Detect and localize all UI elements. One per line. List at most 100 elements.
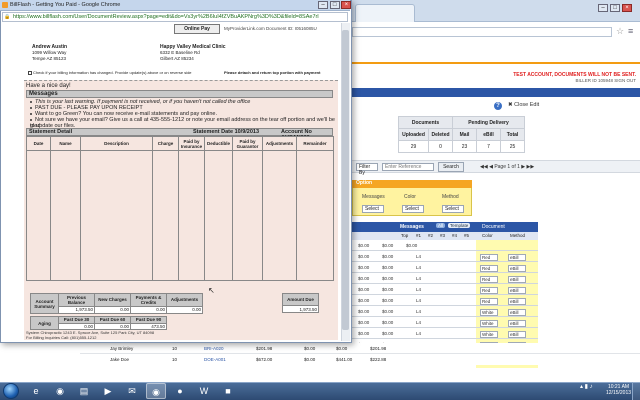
row-color-select[interactable]: Red: [480, 287, 498, 294]
close-icon[interactable]: ×: [622, 4, 632, 12]
address-bar[interactable]: [352, 27, 612, 37]
search-button[interactable]: Search: [438, 162, 464, 172]
row-color-select[interactable]: White: [480, 309, 498, 316]
scrollbar-thumb[interactable]: [342, 30, 349, 330]
internet-explorer-icon[interactable]: e: [26, 383, 46, 399]
chrome-active-icon[interactable]: ◉: [146, 383, 166, 399]
count-value: 23: [452, 140, 477, 153]
outlook-icon[interactable]: ✉: [122, 383, 142, 399]
minimize-icon[interactable]: –: [318, 1, 328, 9]
grid-totals-row: $0.00 $0.00 $0.00: [352, 241, 538, 251]
patient-address-line2: Tempe AZ 85123: [32, 56, 67, 61]
row-color-select[interactable]: White: [480, 320, 498, 327]
row-id[interactable]: DOE-A001: [204, 357, 226, 362]
row-color-select[interactable]: Red: [480, 254, 498, 261]
browser-tab[interactable]: [355, 4, 415, 22]
help-icon[interactable]: ?: [494, 102, 502, 110]
col-5[interactable]: #5: [464, 233, 469, 238]
past-due-60-value: 0.00: [94, 322, 131, 330]
messages-header: Messages: [26, 90, 333, 98]
col-3[interactable]: #3: [440, 233, 445, 238]
row-color-select[interactable]: Red: [480, 298, 498, 305]
account-summary-label: Account Summary: [30, 293, 59, 314]
maximize-icon[interactable]: □: [329, 1, 340, 9]
wrench-icon[interactable]: ≡: [628, 26, 633, 36]
popup-url-bar[interactable]: https://www.billflash.com/User/DocumentR…: [2, 12, 348, 22]
statement-detail-title: Statement Detail: [29, 129, 73, 135]
detail-cell: [178, 150, 205, 281]
online-pay-button[interactable]: Online Pay: [174, 24, 220, 34]
row-amount: $0.00: [358, 320, 370, 325]
row-method-select[interactable]: eBill: [508, 254, 526, 261]
previous-balance-value: 1,973.50: [58, 305, 95, 315]
filter-by-select[interactable]: Filter By: [356, 163, 378, 176]
col-color[interactable]: Color: [482, 233, 493, 238]
row-amount: $0.00: [358, 276, 370, 281]
grid-row[interactable]: $0.00 $0.00 L4 Red eBill: [352, 263, 538, 273]
grid-row[interactable]: $0.00 $0.00 L4 White eBill: [352, 329, 538, 339]
color-select[interactable]: Select: [402, 205, 424, 213]
biller-id-signout[interactable]: BILLER ID 105948 SIGN OUT: [480, 78, 636, 83]
word-icon[interactable]: W: [194, 383, 214, 399]
row-color-select[interactable]: White: [480, 331, 498, 338]
col-top[interactable]: Top: [401, 233, 408, 238]
row-method-select[interactable]: eBill: [508, 265, 526, 272]
star-icon[interactable]: ☆: [616, 26, 624, 37]
documents-group-header: Documents: [398, 116, 453, 129]
pager[interactable]: ◀◀ ◀ Page 1 of 1 ▶ ▶▶: [480, 164, 534, 170]
messages-select[interactable]: Select: [362, 205, 384, 213]
row-color-select[interactable]: Red: [480, 276, 498, 283]
grid-row[interactable]: $0.00 $0.00 L4 Red eBill: [352, 252, 538, 262]
grid-header: Messages All Template Document: [352, 222, 538, 232]
col-4[interactable]: #4: [452, 233, 457, 238]
recorder-icon[interactable]: ●: [170, 383, 190, 399]
clock[interactable]: 10:21 AM 12/15/2013: [606, 384, 631, 396]
close-icon[interactable]: ×: [341, 1, 352, 9]
table-row[interactable]: Jake Doe 10 DOE-A001 $672.00 $0.00 $441.…: [80, 354, 640, 365]
grid-row[interactable]: $0.00 $0.00 L4 White eBill: [352, 318, 538, 328]
show-desktop-button[interactable]: [632, 382, 640, 400]
col-2[interactable]: #2: [428, 233, 433, 238]
account-summary-table: Account Summary Previous Balance New Cha…: [30, 293, 203, 315]
app-icon[interactable]: ■: [218, 383, 238, 399]
row-method-select[interactable]: eBill: [508, 276, 526, 283]
start-button-icon[interactable]: [3, 383, 19, 399]
close-edit-link[interactable]: ✖ Close Edit: [508, 102, 539, 108]
tray-arrow-icon[interactable]: ▴ ▮ ♪: [580, 384, 593, 390]
row-method-select[interactable]: eBill: [508, 287, 526, 294]
table-row[interactable]: Jay Brimley 10 BRI-A020 $201.98 $0.00 $0…: [80, 343, 640, 354]
header-divider: [352, 62, 640, 64]
row-method-select[interactable]: eBill: [508, 331, 526, 338]
row-color-select[interactable]: Red: [480, 265, 498, 272]
row-code: L4: [416, 298, 422, 303]
col-1[interactable]: #1: [416, 233, 421, 238]
total-amount: $0.00: [382, 243, 394, 248]
row-amount: $0.00: [382, 265, 394, 270]
grid-row[interactable]: $0.00 $0.00 L4 Red eBill: [352, 296, 538, 306]
row-method-select[interactable]: eBill: [508, 309, 526, 316]
row-method-select[interactable]: eBill: [508, 298, 526, 305]
reference-search-input[interactable]: Enter Reference: [382, 163, 434, 171]
pending-delivery-group-header: Pending Delivery: [452, 116, 525, 129]
tab-all[interactable]: All: [436, 223, 446, 228]
grid-row[interactable]: $0.00 $0.00 L4 Red eBill: [352, 285, 538, 295]
col-method[interactable]: Method: [510, 233, 525, 238]
minimize-icon[interactable]: –: [598, 4, 608, 12]
maximize-icon[interactable]: □: [610, 4, 620, 12]
row-id[interactable]: BRI-A020: [204, 346, 224, 351]
tab-template[interactable]: Template: [448, 223, 471, 228]
row-amount: $0.00: [382, 254, 394, 259]
detail-cell: [26, 150, 51, 281]
method-select[interactable]: Select: [442, 205, 464, 213]
detail-cell: [232, 150, 263, 281]
row-code: L4: [416, 254, 422, 259]
past-due-60-label: Past Due 60: [94, 316, 131, 324]
billing-change-checkbox[interactable]: [28, 70, 32, 75]
count-header: Mail: [452, 128, 477, 141]
explorer-folder-icon[interactable]: ▤: [74, 383, 94, 399]
grid-row[interactable]: $0.00 $0.00 L4 Red eBill: [352, 274, 538, 284]
media-player-icon[interactable]: ▶: [98, 383, 118, 399]
row-method-select[interactable]: eBill: [508, 320, 526, 327]
chrome-icon[interactable]: ◉: [50, 383, 70, 399]
grid-row[interactable]: $0.00 $0.00 L4 White eBill: [352, 307, 538, 317]
